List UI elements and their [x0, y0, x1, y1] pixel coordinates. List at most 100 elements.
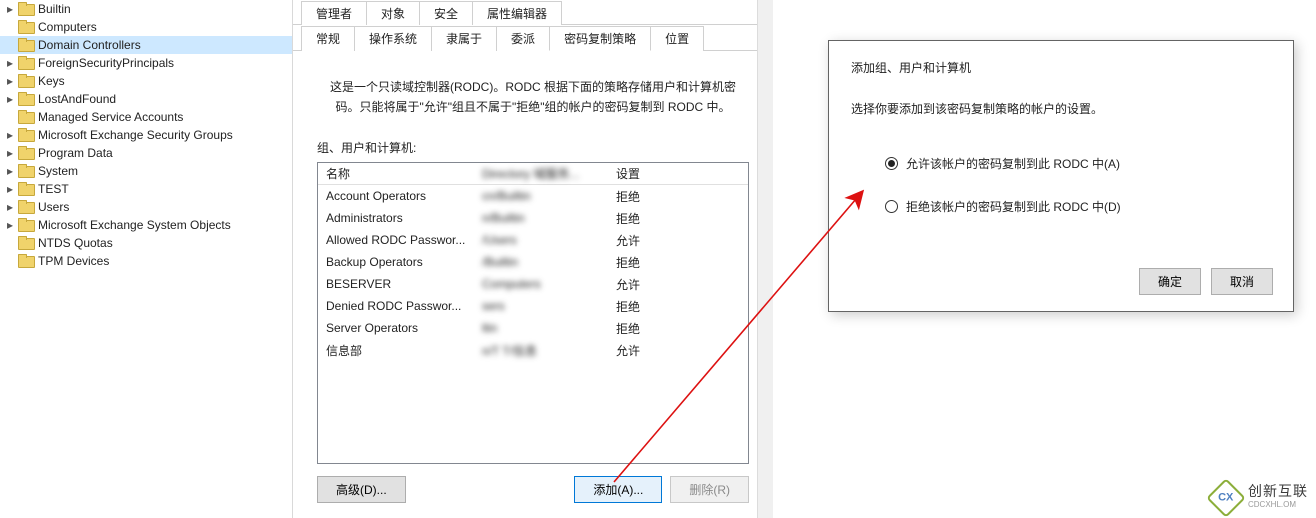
caret-right-icon: ▸ — [4, 165, 16, 177]
add-button[interactable]: 添加(A)... — [574, 476, 662, 503]
caret-right-icon: ▸ — [4, 3, 16, 15]
tree-item[interactable]: ▸ ForeignSecurityPrincipals — [0, 54, 292, 72]
tree-item[interactable]: ▸ TEST — [0, 180, 292, 198]
tab-delegation[interactable]: 委派 — [496, 26, 550, 51]
cell-name: Backup Operators — [326, 255, 482, 269]
cancel-button[interactable]: 取消 — [1211, 268, 1273, 295]
tab-location[interactable]: 位置 — [650, 26, 704, 51]
ok-button[interactable]: 确定 — [1139, 268, 1201, 295]
folder-icon — [18, 20, 34, 34]
policy-description: 这是一个只读域控制器(RODC)。RODC 根据下面的策略存储用户和计算机密 码… — [317, 77, 749, 117]
tree-item-selected[interactable]: ▸ Domain Controllers — [0, 36, 292, 54]
folder-icon — [18, 2, 34, 16]
tree-item[interactable]: ▸ Builtin — [0, 0, 292, 18]
col-directory[interactable]: Directory 域服务... — [482, 165, 616, 182]
folder-icon — [18, 254, 34, 268]
dialog-buttons: 确定 取消 — [1139, 268, 1273, 295]
radio-icon — [885, 157, 898, 170]
tree-item[interactable]: ▸ NTDS Quotas — [0, 234, 292, 252]
list-row[interactable]: Account Operators cn/Builtin 拒绝 — [318, 185, 748, 207]
tree-item[interactable]: ▸ Program Data — [0, 144, 292, 162]
tab-managed-by[interactable]: 管理者 — [301, 1, 367, 25]
list-row[interactable]: Server Operators ltin 拒绝 — [318, 317, 748, 339]
watermark-logo-icon: CX — [1206, 478, 1246, 518]
tree-item[interactable]: ▸ Microsoft Exchange Security Groups — [0, 126, 292, 144]
list-row[interactable]: Allowed RODC Passwor... /Users 允许 — [318, 229, 748, 251]
cell-dir: /Builtin — [482, 255, 616, 269]
cell-name: 信息部 — [326, 342, 482, 359]
cell-name: Administrators — [326, 211, 482, 225]
tree-label: ForeignSecurityPrincipals — [38, 54, 174, 72]
caret-right-icon: ▸ — [4, 93, 16, 105]
tab-row-2: 常规 操作系统 隶属于 委派 密码复制策略 位置 — [293, 25, 773, 51]
tab-attribute-editor[interactable]: 属性编辑器 — [472, 1, 562, 25]
advanced-button[interactable]: 高级(D)... — [317, 476, 406, 503]
remove-button: 删除(R) — [670, 476, 749, 503]
tree-item[interactable]: ▸ System — [0, 162, 292, 180]
tree-item[interactable]: ▸ Microsoft Exchange System Objects — [0, 216, 292, 234]
tree-label: Keys — [38, 72, 65, 90]
folder-icon — [18, 218, 34, 232]
folder-icon — [18, 236, 34, 250]
tree-label: Builtin — [38, 0, 71, 18]
folder-icon — [18, 74, 34, 88]
watermark: CX 创新互联 CDCXHL.OM — [1212, 484, 1308, 512]
tree-label: Users — [38, 198, 69, 216]
tab-memberof[interactable]: 隶属于 — [431, 26, 497, 51]
add-accounts-dialog: 添加组、用户和计算机 选择你要添加到该密码复制策略的帐户的设置。 允许该帐户的密… — [828, 40, 1294, 312]
tree-label: NTDS Quotas — [38, 234, 113, 252]
cell-set: 允许 — [616, 232, 740, 249]
scrollbar[interactable] — [757, 0, 773, 518]
folder-icon — [18, 110, 34, 124]
cell-set: 拒绝 — [616, 210, 740, 227]
tab-object[interactable]: 对象 — [366, 1, 420, 25]
tree-item[interactable]: ▸ LostAndFound — [0, 90, 292, 108]
tab-password-replication-policy[interactable]: 密码复制策略 — [549, 26, 651, 51]
radio-allow[interactable]: 允许该帐户的密码复制到此 RODC 中(A) — [885, 155, 1271, 172]
cell-dir: /Users — [482, 233, 616, 247]
cell-name: Allowed RODC Passwor... — [326, 233, 482, 247]
tab-security[interactable]: 安全 — [419, 1, 473, 25]
tree-item[interactable]: ▸ Keys — [0, 72, 292, 90]
watermark-text-cn: 创新互联 — [1248, 485, 1308, 498]
list-row[interactable]: 信息部 n/T T/信息 允许 — [318, 339, 748, 361]
tree-label: TEST — [38, 180, 69, 198]
tab-os[interactable]: 操作系统 — [354, 26, 432, 51]
list-row[interactable]: BESERVER Computers 允许 — [318, 273, 748, 295]
desc-line: 这是一个只读域控制器(RODC)。RODC 根据下面的策略存储用户和计算机密 — [330, 80, 736, 94]
col-setting[interactable]: 设置 — [616, 165, 740, 182]
tree-label: Computers — [38, 18, 97, 36]
radio-icon — [885, 200, 898, 213]
tree-label: Managed Service Accounts — [38, 108, 183, 126]
folder-icon — [18, 128, 34, 142]
list-row[interactable]: Denied RODC Passwor... sers 拒绝 — [318, 295, 748, 317]
tree-label: Microsoft Exchange Security Groups — [38, 126, 233, 144]
caret-right-icon: ▸ — [4, 183, 16, 195]
radio-deny[interactable]: 拒绝该帐户的密码复制到此 RODC 中(D) — [885, 198, 1271, 215]
tree-item[interactable]: ▸ Computers — [0, 18, 292, 36]
cell-name: BESERVER — [326, 277, 482, 291]
tree-item[interactable]: ▸ Users — [0, 198, 292, 216]
accounts-listbox[interactable]: 名称 Directory 域服务... 设置 Account Operators… — [317, 162, 749, 464]
cell-name: Account Operators — [326, 189, 482, 203]
tree-label: Domain Controllers — [38, 36, 141, 54]
folder-icon — [18, 92, 34, 106]
tree-item[interactable]: ▸ Managed Service Accounts — [0, 108, 292, 126]
list-row[interactable]: Backup Operators /Builtin 拒绝 — [318, 251, 748, 273]
col-name[interactable]: 名称 — [326, 165, 482, 182]
tree-item[interactable]: ▸ TPM Devices — [0, 252, 292, 270]
folder-icon — [18, 200, 34, 214]
list-row[interactable]: Administrators n/Builtin 拒绝 — [318, 207, 748, 229]
cell-dir: ltin — [482, 321, 616, 335]
nav-tree[interactable]: ▸ Builtin ▸ Computers ▸ Domain Controlle… — [0, 0, 293, 518]
caret-right-icon: ▸ — [4, 57, 16, 69]
tree-label: Program Data — [38, 144, 113, 162]
tab-general[interactable]: 常规 — [301, 26, 355, 51]
caret-right-icon: ▸ — [4, 147, 16, 159]
cell-name: Denied RODC Passwor... — [326, 299, 482, 313]
radio-label: 拒绝该帐户的密码复制到此 RODC 中(D) — [906, 198, 1121, 215]
watermark-text-en: CDCXHL.OM — [1248, 498, 1308, 511]
radio-label: 允许该帐户的密码复制到此 RODC 中(A) — [906, 155, 1120, 172]
dialog-subtitle: 选择你要添加到该密码复制策略的帐户的设置。 — [851, 100, 1271, 117]
spacer — [414, 476, 567, 503]
